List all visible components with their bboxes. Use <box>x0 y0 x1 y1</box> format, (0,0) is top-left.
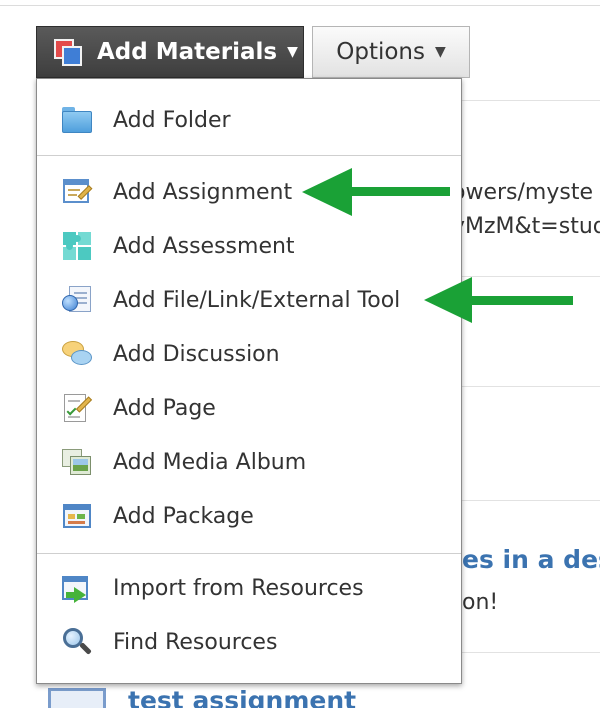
green-arrow-icon <box>424 277 573 323</box>
green-arrow-icon <box>302 168 450 216</box>
annotation-arrows <box>302 168 573 323</box>
